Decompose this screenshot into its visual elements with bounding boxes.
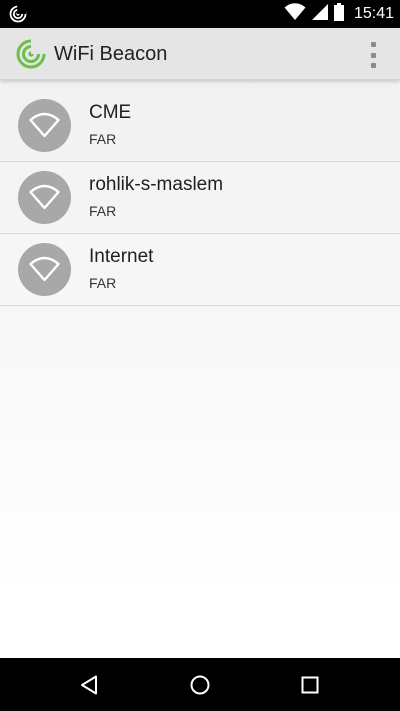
app-notification-icon	[8, 4, 28, 24]
network-item-internet[interactable]: Internet FAR	[0, 234, 400, 306]
network-name: CME	[89, 102, 132, 123]
wifi-signal-icon	[284, 2, 306, 26]
wifi-icon	[18, 243, 71, 296]
network-proximity: FAR	[89, 203, 117, 219]
status-time: 15:41	[353, 5, 394, 22]
network-item-rohlik-s-maslem[interactable]: rohlik-s-maslem FAR	[0, 162, 400, 234]
status-bar: 15:41	[0, 0, 400, 28]
navigation-bar	[0, 658, 400, 711]
cell-signal-icon	[311, 3, 328, 25]
wifi-icon	[18, 99, 71, 152]
status-icons: 15:41	[284, 0, 394, 28]
network-name: rohlik-s-maslem	[89, 174, 224, 195]
network-name: Internet	[89, 246, 154, 267]
battery-icon	[333, 2, 344, 26]
app-bar: WiFi Beacon	[0, 28, 400, 80]
home-icon[interactable]	[170, 658, 230, 711]
network-proximity: FAR	[89, 131, 117, 147]
overflow-menu-icon[interactable]	[366, 42, 380, 68]
back-icon[interactable]	[60, 658, 120, 711]
recents-icon[interactable]	[280, 658, 340, 711]
network-item-cme[interactable]: CME FAR	[0, 90, 400, 162]
app-title: WiFi Beacon	[54, 43, 168, 65]
wifi-icon	[18, 171, 71, 224]
screen: 15:41 WiFi Beacon CME FAR rohlik-s-masle…	[0, 0, 400, 711]
network-proximity: FAR	[89, 275, 117, 291]
network-list: CME FAR rohlik-s-maslem FAR Internet FAR	[0, 90, 400, 306]
radar-logo-icon	[16, 39, 46, 69]
